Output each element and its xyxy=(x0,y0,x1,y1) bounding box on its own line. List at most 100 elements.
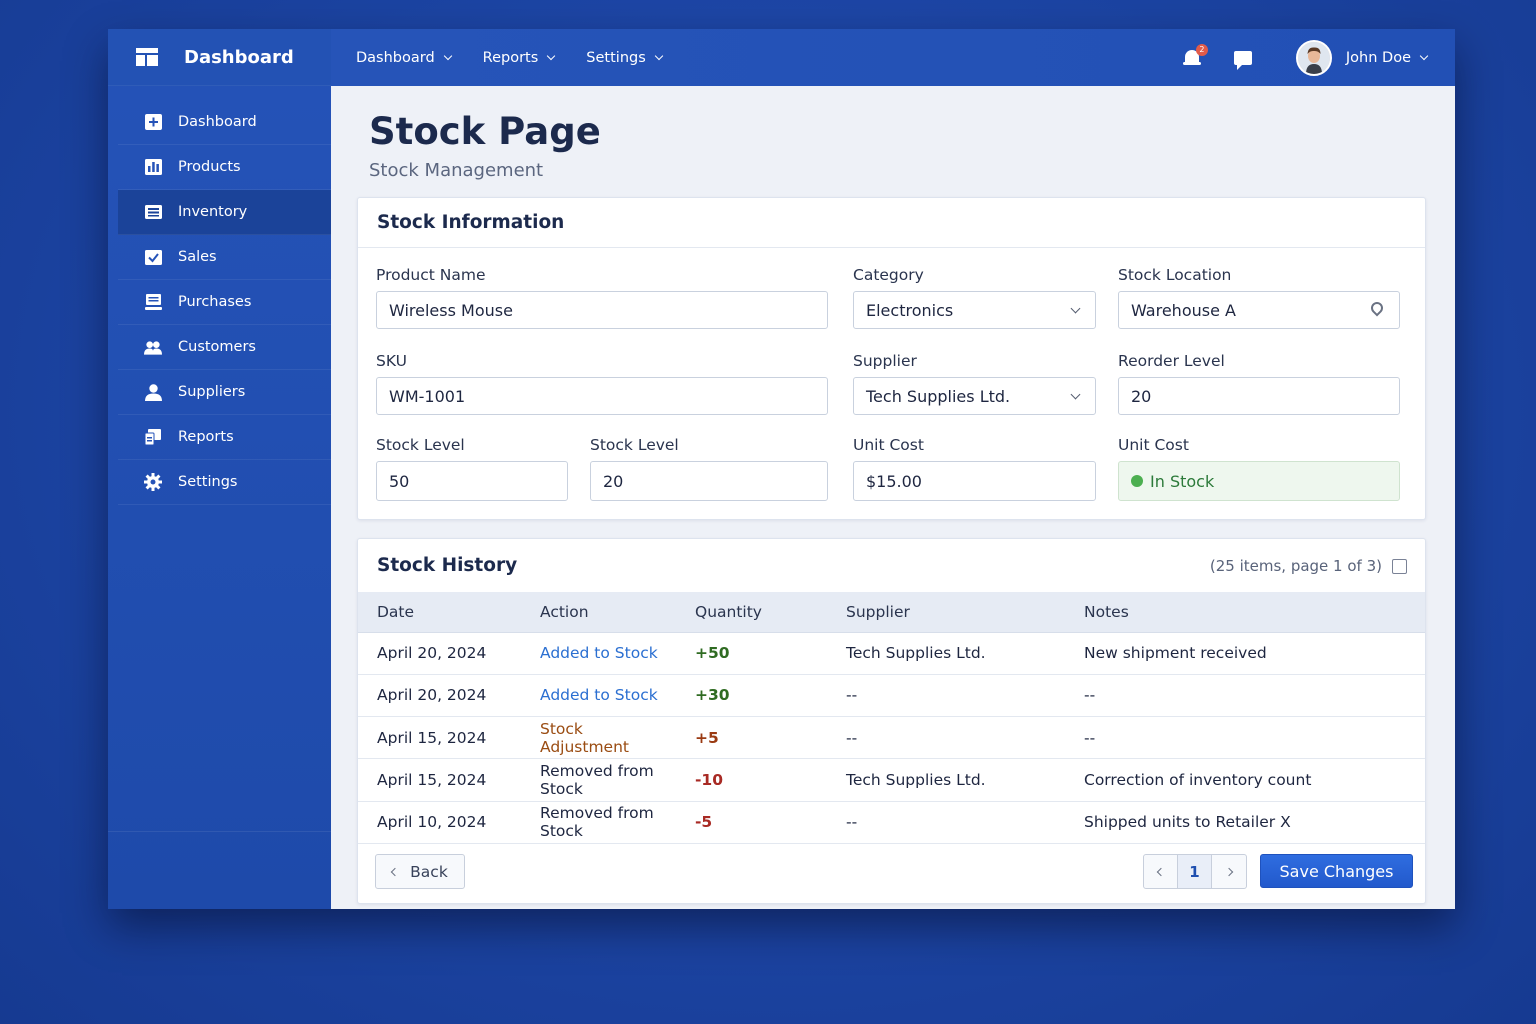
field-label: Stock Location xyxy=(1118,266,1232,284)
sidebar-item-products[interactable]: Products xyxy=(118,145,331,190)
unit-cost-input[interactable]: $15.00 xyxy=(853,461,1096,501)
card-heading: Stock Information xyxy=(358,198,1425,248)
sidebar-item-inventory[interactable]: Inventory xyxy=(118,190,331,235)
cell-action[interactable]: Removed from Stock xyxy=(521,758,676,802)
back-button-label: Back xyxy=(410,862,448,881)
chevron-down-icon xyxy=(547,51,556,60)
sidebar-item-purchases[interactable]: Purchases xyxy=(118,280,331,325)
cell-notes: -- xyxy=(1065,674,1425,718)
sidebar-item-label: Settings xyxy=(178,474,238,490)
column-header-quantity[interactable]: Quantity xyxy=(676,592,827,633)
column-header-supplier[interactable]: Supplier xyxy=(827,592,1065,633)
pagination: 1 xyxy=(1143,854,1247,889)
sidebar-item-customers[interactable]: Customers xyxy=(118,325,331,370)
save-changes-button[interactable]: Save Changes xyxy=(1260,854,1413,888)
table-header-row: Date Action Quantity Supplier Notes xyxy=(358,592,1425,633)
chat-icon[interactable] xyxy=(1233,50,1252,70)
cell-supplier: Tech Supplies Ltd. xyxy=(827,632,1065,675)
stock-level-input[interactable]: 50 xyxy=(376,461,568,501)
cell-action[interactable]: Removed from Stock xyxy=(521,801,676,844)
sidebar-item-suppliers[interactable]: Suppliers xyxy=(118,370,331,415)
brand[interactable]: Dashboard xyxy=(108,29,331,86)
cell-date: April 20, 2024 xyxy=(358,674,521,718)
chevron-left-icon xyxy=(390,867,400,876)
field-label: Stock Level xyxy=(590,436,679,454)
page-subtitle: Stock Management xyxy=(369,160,544,181)
user-name: John Doe xyxy=(1345,49,1411,66)
pagination-prev-button[interactable] xyxy=(1144,855,1178,888)
pagination-next-button[interactable] xyxy=(1212,855,1246,888)
cell-supplier: -- xyxy=(827,674,1065,718)
back-button[interactable]: Back xyxy=(375,854,465,889)
stock-status-badge: In Stock xyxy=(1118,461,1400,501)
cell-supplier: Tech Supplies Ltd. xyxy=(827,758,1065,802)
location-pin-icon[interactable] xyxy=(1368,299,1386,317)
dashboard-grid-icon xyxy=(136,48,158,66)
field-label: Category xyxy=(853,266,924,284)
cell-notes: New shipment received xyxy=(1065,632,1425,675)
stock-location-input[interactable]: Warehouse A xyxy=(1118,291,1400,329)
top-bar: Dashboard Reports Settings 2 John Doe xyxy=(331,29,1455,86)
table-row[interactable]: April 15, 2024 Stock Adjustment +5 -- -- xyxy=(358,716,1425,760)
quantity-value: +50 xyxy=(695,644,730,663)
monitor-icon xyxy=(144,294,162,310)
external-link-icon[interactable] xyxy=(1392,558,1407,574)
field-label: Stock Level xyxy=(376,436,465,454)
cell-quantity: +5 xyxy=(676,716,827,760)
top-menu-settings[interactable]: Settings xyxy=(586,50,664,66)
quantity-value: -10 xyxy=(695,771,724,790)
sidebar-item-sales[interactable]: Sales xyxy=(118,235,331,280)
chevron-right-icon xyxy=(1224,867,1234,876)
chevron-down-icon xyxy=(1419,51,1429,60)
stock-level-input-2[interactable]: 20 xyxy=(590,461,828,501)
stock-history-table: Date Action Quantity Supplier Notes Apri… xyxy=(358,592,1425,844)
category-field: Category Electronics xyxy=(853,266,1096,329)
reorder-level-field: Reorder Level 20 xyxy=(1118,352,1400,415)
stock-status-field: Unit Cost In Stock xyxy=(1118,436,1400,501)
table-row[interactable]: April 15, 2024 Removed from Stock -10 Te… xyxy=(358,758,1425,802)
avatar[interactable] xyxy=(1295,39,1332,76)
cell-quantity: -5 xyxy=(676,801,827,844)
top-menu-dashboard[interactable]: Dashboard xyxy=(356,50,452,66)
field-label: Unit Cost xyxy=(1118,436,1189,454)
column-header-date[interactable]: Date xyxy=(358,592,521,633)
cell-action[interactable]: Added to Stock xyxy=(521,674,676,718)
cell-notes: -- xyxy=(1065,716,1425,760)
table-row[interactable]: April 20, 2024 Added to Stock +30 -- -- xyxy=(358,674,1425,718)
pagination-page-current[interactable]: 1 xyxy=(1178,855,1212,888)
report-icon xyxy=(144,429,162,445)
product-name-input[interactable]: Wireless Mouse xyxy=(376,291,828,329)
chevron-down-icon xyxy=(654,51,664,60)
cell-action[interactable]: Added to Stock xyxy=(521,632,676,675)
cell-notes: Correction of inventory count xyxy=(1065,758,1425,802)
check-square-icon xyxy=(144,249,162,265)
sidebar-item-settings[interactable]: Settings xyxy=(118,460,331,505)
supplier-field: Supplier Tech Supplies Ltd. xyxy=(853,352,1096,415)
sidebar-item-reports[interactable]: Reports xyxy=(118,415,331,460)
bar-chart-icon xyxy=(144,159,162,175)
history-meta-text: (25 items, page 1 of 3) xyxy=(1209,557,1382,575)
column-header-notes[interactable]: Notes xyxy=(1065,592,1425,633)
reorder-level-input[interactable]: 20 xyxy=(1118,377,1400,415)
column-header-action[interactable]: Action xyxy=(521,592,676,633)
table-row[interactable]: April 20, 2024 Added to Stock +50 Tech S… xyxy=(358,632,1425,675)
users-icon xyxy=(144,339,162,355)
cell-action[interactable]: Stock Adjustment xyxy=(521,716,676,760)
notification-bell-icon[interactable]: 2 xyxy=(1182,43,1208,68)
user-menu[interactable]: John Doe xyxy=(1345,49,1429,66)
supplier-select[interactable]: Tech Supplies Ltd. xyxy=(853,377,1096,415)
cell-notes: Shipped units to Retailer X xyxy=(1065,801,1425,844)
sku-input[interactable]: WM-1001 xyxy=(376,377,828,415)
top-menu-reports[interactable]: Reports xyxy=(483,50,556,66)
sidebar-item-label: Customers xyxy=(178,339,256,355)
table-row[interactable]: April 10, 2024 Removed from Stock -5 -- … xyxy=(358,801,1425,844)
stock-status-text: In Stock xyxy=(1150,471,1215,491)
field-label: Product Name xyxy=(376,266,486,284)
field-label: Supplier xyxy=(853,352,917,370)
brand-title: Dashboard xyxy=(184,46,294,68)
category-select[interactable]: Electronics xyxy=(853,291,1096,329)
sidebar-item-dashboard[interactable]: Dashboard xyxy=(118,100,331,145)
sidebar-item-label: Reports xyxy=(178,429,234,445)
cell-date: April 10, 2024 xyxy=(358,801,521,844)
stock-location-field: Stock Location Warehouse A xyxy=(1118,266,1400,329)
